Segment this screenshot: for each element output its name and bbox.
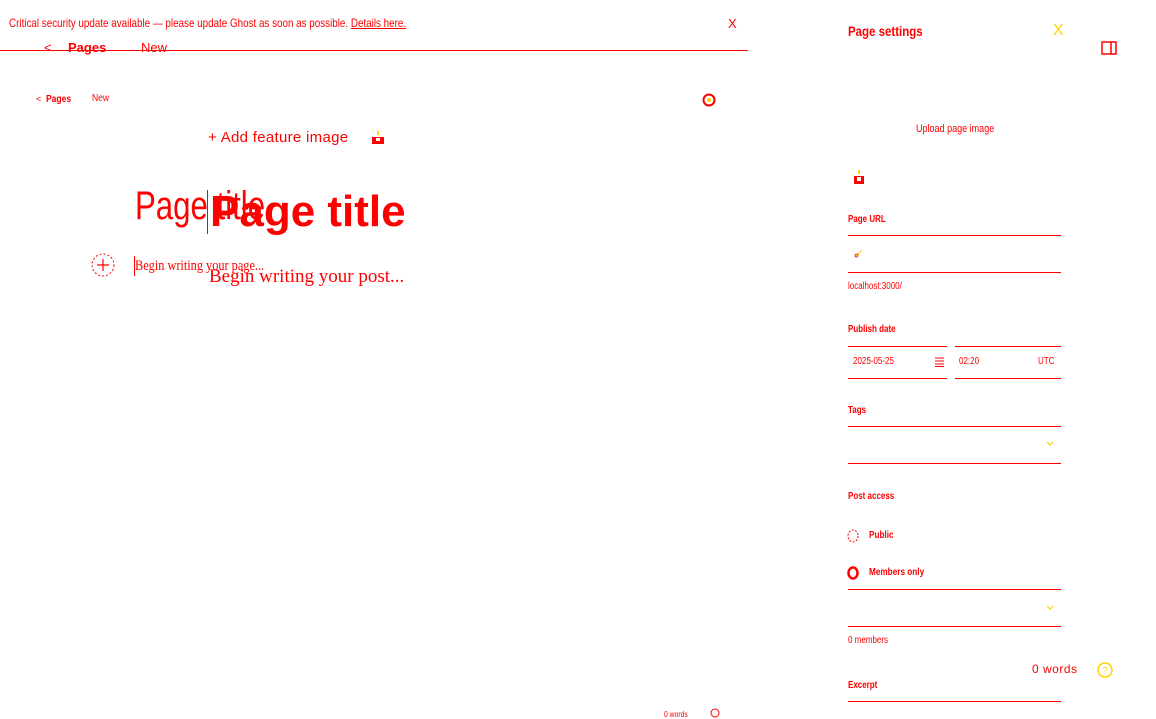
- settings-close-button[interactable]: X: [1053, 22, 1064, 40]
- sub-back-icon[interactable]: <: [36, 94, 41, 104]
- sub-status-new: New: [92, 93, 110, 104]
- radio-public[interactable]: [847, 529, 859, 543]
- page-title-input[interactable]: Page title: [210, 187, 406, 237]
- page-url-input[interactable]: [848, 235, 1061, 273]
- sidebar-toggle-icon[interactable]: [1101, 41, 1117, 55]
- sub-breadcrumb-pages[interactable]: Pages: [46, 94, 71, 105]
- help-icon[interactable]: ?: [1097, 662, 1113, 678]
- top-breadcrumb-pages[interactable]: Pages: [68, 40, 106, 55]
- tags-label: Tags: [848, 405, 867, 416]
- security-banner: Critical security update available — ple…: [9, 16, 599, 36]
- excerpt-input-top[interactable]: [848, 701, 1061, 702]
- page-image-upload-icon[interactable]: [854, 170, 864, 184]
- access-tier-select[interactable]: [848, 589, 1061, 627]
- word-count: 0 words: [1032, 662, 1078, 676]
- add-feature-image-button[interactable]: + Add feature image: [208, 129, 348, 146]
- upload-page-image-label[interactable]: Upload page image: [916, 123, 994, 135]
- timezone-label: UTC: [1038, 356, 1055, 367]
- radio-members-only-label[interactable]: Members only: [869, 567, 924, 578]
- banner-message: Critical security update available — ple…: [9, 16, 349, 30]
- radio-public-label[interactable]: Public: [869, 530, 894, 541]
- banner-close-button[interactable]: X: [728, 16, 737, 31]
- access-chevron-down-icon[interactable]: [1046, 605, 1054, 611]
- top-back-icon[interactable]: <: [44, 40, 52, 55]
- excerpt-label: Excerpt: [848, 680, 878, 691]
- body-overlay-text: Begin writing your post...: [209, 266, 405, 287]
- publish-date-label: Publish date: [848, 324, 896, 335]
- tags-chevron-down-icon[interactable]: [1046, 441, 1054, 447]
- upload-icon[interactable]: [371, 131, 385, 145]
- page-url-value: localhost:3000/: [848, 281, 902, 292]
- tags-input[interactable]: [848, 426, 1061, 464]
- word-count-small: 0 words: [664, 710, 688, 719]
- publish-time-value: 02:20: [959, 356, 980, 367]
- svg-text:?: ?: [1102, 666, 1107, 676]
- page-url-label: Page URL: [848, 214, 886, 225]
- members-count: 0 members: [848, 635, 889, 646]
- settings-title: Page settings: [848, 23, 923, 39]
- top-status-new: New: [141, 40, 168, 55]
- radio-members-only[interactable]: [847, 566, 859, 580]
- add-card-button[interactable]: [91, 252, 115, 282]
- title-cursor: [207, 190, 208, 234]
- publish-date-value: 2025-05-25: [853, 356, 894, 367]
- banner-divider: [0, 50, 748, 51]
- post-access-label: Post access: [848, 491, 895, 502]
- link-icon: [854, 248, 864, 258]
- banner-details-link[interactable]: Details here.: [351, 16, 406, 30]
- calendar-icon[interactable]: [935, 356, 944, 367]
- settings-gear-icon[interactable]: [702, 93, 716, 107]
